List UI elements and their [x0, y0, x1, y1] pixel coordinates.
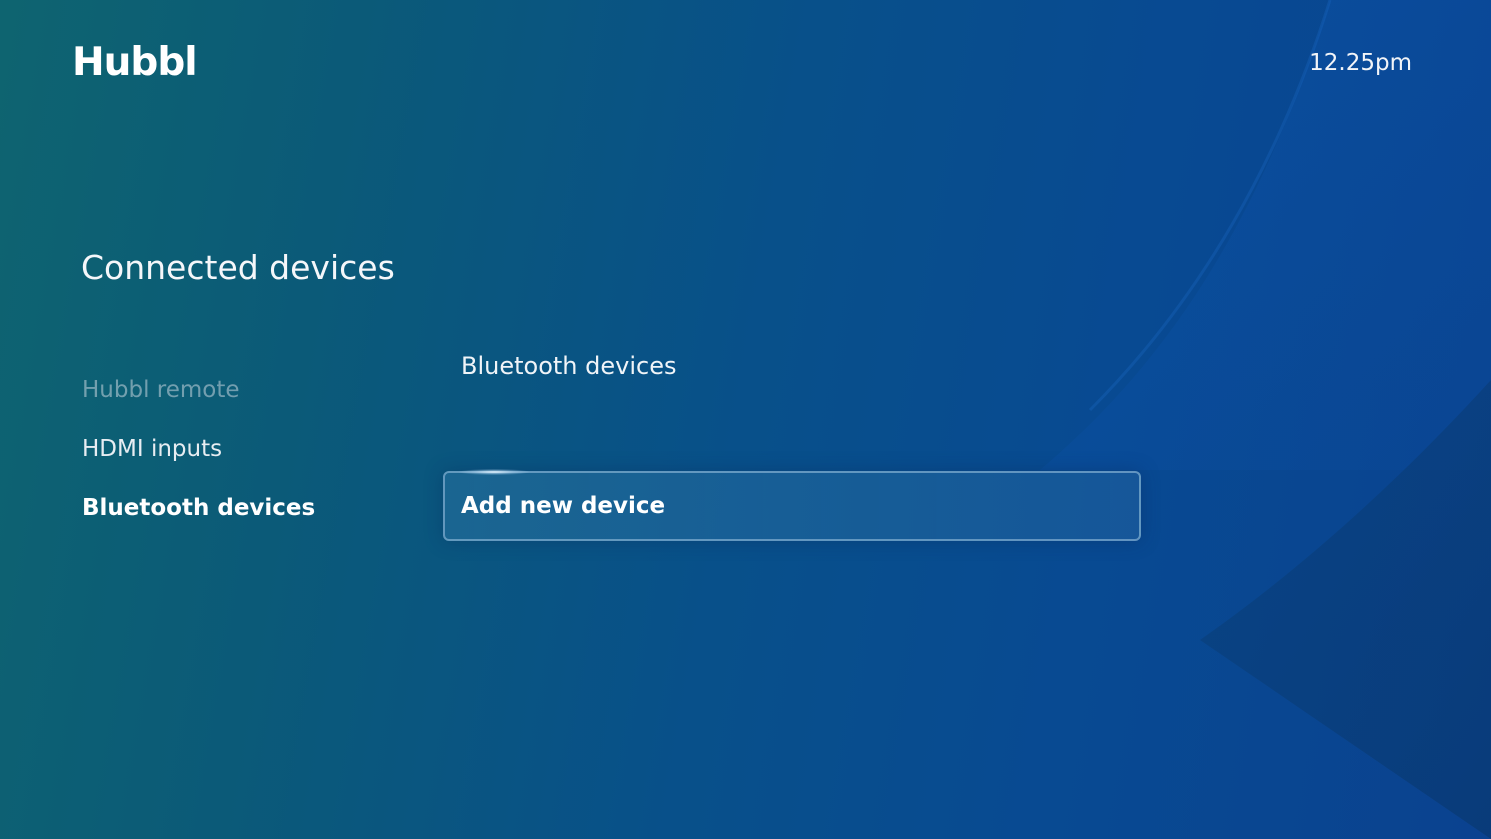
focus-glow [459, 469, 529, 475]
settings-side-menu: Hubbl remote HDMI inputs Bluetooth devic… [82, 372, 402, 549]
add-new-device-button[interactable]: Add new device [443, 469, 1141, 541]
menu-item-hubbl-remote[interactable]: Hubbl remote [82, 372, 402, 431]
menu-item-bluetooth-devices[interactable]: Bluetooth devices [82, 490, 402, 549]
page-title: Connected devices [81, 248, 395, 287]
menu-item-hdmi-inputs[interactable]: HDMI inputs [82, 431, 402, 490]
section-title: Bluetooth devices [461, 352, 677, 380]
clock: 12.25pm [1309, 50, 1412, 76]
add-new-device-label: Add new device [461, 493, 666, 519]
hubbl-logo: Hubbl [72, 40, 198, 85]
